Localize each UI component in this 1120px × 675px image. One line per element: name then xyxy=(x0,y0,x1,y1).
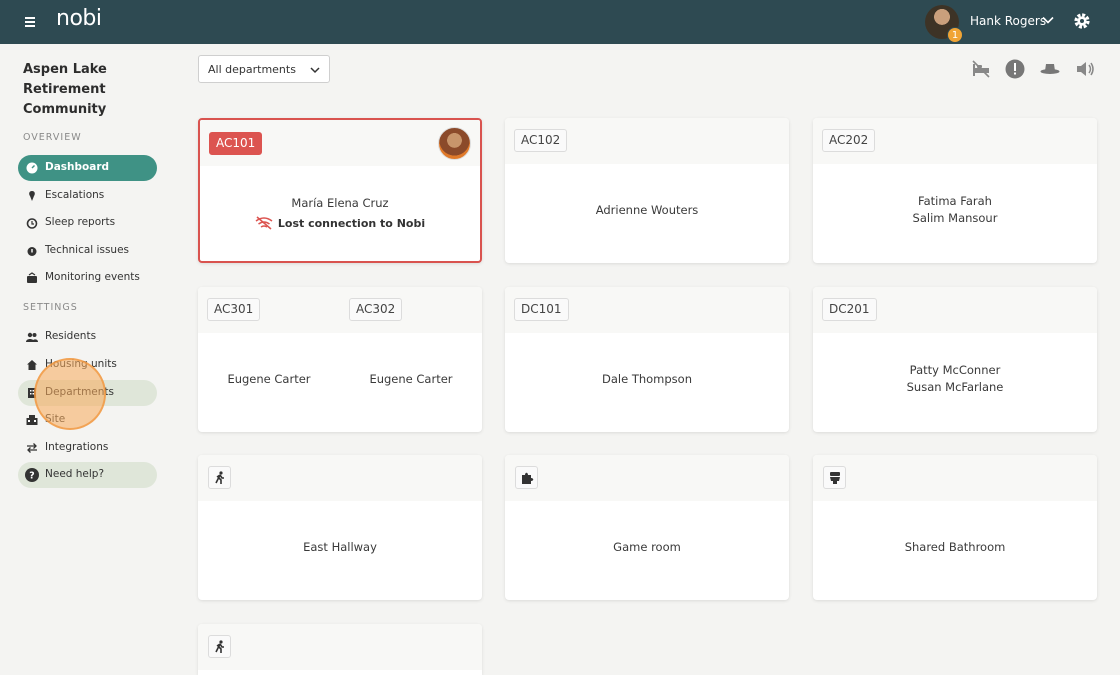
resident-name: Patty McConner xyxy=(909,363,1001,377)
sidebar-item-label: Residents xyxy=(45,330,97,342)
area-card-east-hallway[interactable]: East Hallway xyxy=(198,455,482,600)
card-header xyxy=(198,624,482,670)
area-name: East Hallway xyxy=(303,540,377,554)
speaker-icon[interactable] xyxy=(1074,58,1096,80)
resident-name: Dale Thompson xyxy=(602,372,692,386)
room-tag: AC301 xyxy=(207,298,261,321)
room-card-ac102[interactable]: AC102 Adrienne Wouters xyxy=(505,118,789,263)
monitoring-icon xyxy=(27,272,37,283)
card-header xyxy=(813,455,1097,501)
sidebar-item-label: Monitoring events xyxy=(45,271,140,283)
alert-icon[interactable] xyxy=(1004,58,1026,80)
sidebar-item-label: Dashboard xyxy=(45,161,110,173)
resident-name: Salim Mansour xyxy=(912,211,998,225)
community-name: Aspen Lake Retirement Community xyxy=(23,62,107,117)
building-icon xyxy=(28,388,36,398)
room-card-ac202[interactable]: AC202 Fatima Farah Salim Mansour xyxy=(813,118,1097,263)
department-select[interactable]: All departments xyxy=(198,55,330,83)
chevron-down-icon[interactable] xyxy=(1042,14,1054,26)
room-tag: DC101 xyxy=(514,298,569,321)
sidebar-item-label: Sleep reports xyxy=(45,216,116,228)
resident-name: Eugene Carter xyxy=(369,372,453,386)
escalation-icon xyxy=(29,191,35,201)
card-header xyxy=(198,455,482,501)
resident-name: María Elena Cruz xyxy=(291,196,389,210)
area-card-shared-bathroom[interactable]: Shared Bathroom xyxy=(813,455,1097,600)
resident-avatar xyxy=(438,127,471,160)
status-text: Lost connection to Nobi xyxy=(277,217,426,230)
room-tag: DC201 xyxy=(822,298,877,321)
alarm-icon xyxy=(27,247,37,256)
resident-name: Eugene Carter xyxy=(227,372,311,386)
room-tag: AC202 xyxy=(822,129,876,152)
sidebar-item-need-help[interactable]: ? Need help? xyxy=(18,462,157,488)
area-name: Shared Bathroom xyxy=(904,540,1006,554)
department-select-value: All departments xyxy=(208,63,296,76)
user-name[interactable]: Hank Rogers xyxy=(970,14,1046,28)
bed-icon[interactable] xyxy=(970,58,992,80)
help-icon: ? xyxy=(25,468,39,482)
room-tag: AC302 xyxy=(349,298,403,321)
sidebar-item-departments[interactable]: Departments xyxy=(18,380,157,406)
sidebar-item-escalations[interactable]: Escalations xyxy=(18,183,157,209)
people-icon xyxy=(26,332,38,342)
hat-icon[interactable] xyxy=(1039,58,1061,80)
sidebar-item-label: Escalations xyxy=(45,189,105,201)
wifi-off-icon xyxy=(255,216,273,230)
top-bar: nobi 1 Hank Rogers xyxy=(0,0,1120,44)
sidebar-item-residents[interactable]: Residents xyxy=(18,324,157,350)
room-card-dc101[interactable]: DC101 Dale Thompson xyxy=(505,287,789,432)
area-card-walkway[interactable] xyxy=(198,624,482,675)
arrows-icon xyxy=(27,443,37,453)
chevron-down-icon xyxy=(310,67,320,74)
sidebar-item-label: Integrations xyxy=(45,441,109,453)
resident-name: Susan McFarlane xyxy=(906,380,1004,394)
puzzle-icon xyxy=(515,466,538,489)
room-tag: AC101 xyxy=(209,132,263,155)
alarm-clock-icon xyxy=(26,218,38,229)
overview-section-label: OVERVIEW xyxy=(23,132,82,143)
settings-section-label: SETTINGS xyxy=(23,302,78,313)
room-card-dc201[interactable]: DC201 Patty McConner Susan McFarlane xyxy=(813,287,1097,432)
nobi-logo: nobi xyxy=(56,6,102,31)
sidebar-item-site[interactable]: Site xyxy=(18,407,157,433)
card-header xyxy=(505,455,789,501)
sidebar-item-technical-issues[interactable]: Technical issues xyxy=(18,238,157,264)
sidebar-item-label: Departments xyxy=(45,386,115,398)
sidebar-item-sleep-reports[interactable]: Sleep reports xyxy=(18,210,157,236)
sidebar-item-monitoring-events[interactable]: Monitoring events xyxy=(18,265,157,291)
sidebar-item-label: Housing units xyxy=(45,358,117,370)
site-icon xyxy=(26,415,38,425)
gear-icon[interactable] xyxy=(1072,11,1092,31)
room-half-ac302[interactable]: AC302 Eugene Carter xyxy=(340,287,482,432)
sidebar-item-dashboard[interactable]: Dashboard xyxy=(18,155,157,181)
dashboard-icon xyxy=(26,162,38,174)
walking-icon xyxy=(208,635,231,658)
room-card-ac101[interactable]: AC101 María Elena Cruz Lost connection t… xyxy=(198,118,482,263)
sidebar-item-label: Need help? xyxy=(45,468,105,480)
sidebar-item-label: Technical issues xyxy=(45,244,129,256)
walking-icon xyxy=(208,466,231,489)
area-card-game-room[interactable]: Game room xyxy=(505,455,789,600)
svg-text:?: ? xyxy=(29,471,34,482)
sidebar-item-housing-units[interactable]: Housing units xyxy=(18,352,157,378)
area-name: Game room xyxy=(613,540,681,554)
room-tag: AC102 xyxy=(514,129,568,152)
sidebar-item-label: Site xyxy=(45,413,66,425)
room-half-ac301[interactable]: AC301 Eugene Carter xyxy=(198,287,340,432)
sidebar-item-integrations[interactable]: Integrations xyxy=(18,435,157,461)
room-card-ac301-ac302[interactable]: AC301 Eugene Carter AC302 Eugene Carter xyxy=(198,287,482,432)
menu-icon[interactable] xyxy=(20,12,40,32)
house-icon xyxy=(27,360,37,370)
notification-badge[interactable]: 1 xyxy=(947,27,963,43)
connection-status: Lost connection to Nobi xyxy=(200,216,480,230)
resident-name: Adrienne Wouters xyxy=(595,203,699,217)
resident-name: Fatima Farah xyxy=(918,194,992,208)
toilet-icon xyxy=(823,466,846,489)
